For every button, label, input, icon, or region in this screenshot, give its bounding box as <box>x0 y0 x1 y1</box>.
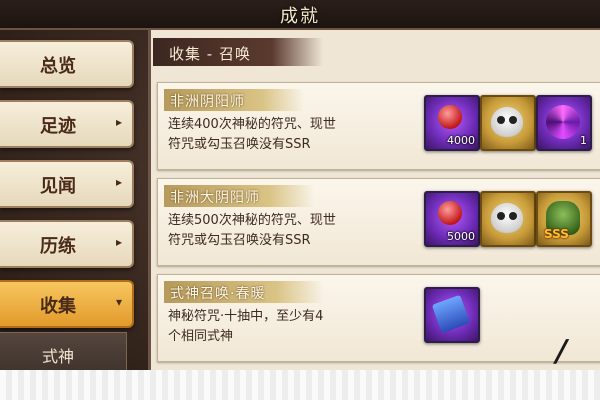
sidebar-item-label: 足迹 <box>40 116 76 137</box>
sidebar-item-label: 历练 <box>40 236 76 257</box>
sidebar-item-footprints[interactable]: 足迹 ▸ <box>0 100 134 148</box>
achievement-title-banner: 式神召唤·春暖 <box>164 281 324 303</box>
achievement-description: 神秘符咒·十抽中，至少有4 个相同式神 <box>168 307 408 347</box>
achievement-title: 非洲大阴阳师 <box>170 190 260 206</box>
reward-item[interactable] <box>480 191 536 247</box>
chevron-down-icon: ▾ <box>115 295 122 309</box>
section-title: 收集 - 召唤 <box>169 45 251 63</box>
reward-item[interactable]: SSS <box>536 191 592 247</box>
achievement-title: 式神召唤·春暖 <box>170 286 266 302</box>
ssr-badge: SSS <box>544 227 569 241</box>
description-line: 个相同式神 <box>168 329 234 344</box>
page-title: 成就 <box>280 6 320 27</box>
description-line: 神秘符咒·十抽中，至少有4 <box>168 309 324 324</box>
watermark-logo: / <box>551 334 571 369</box>
achievement-title: 非洲阴阳师 <box>170 94 245 110</box>
sidebar-nav: 总览 足迹 ▸ 见闻 ▸ 历练 ▸ 收集 ▾ 式神 <box>0 36 145 374</box>
sidebar-item-collection[interactable]: 收集 ▾ <box>0 280 134 328</box>
sidebar-item-training[interactable]: 历练 ▸ <box>0 220 134 268</box>
sidebar-item-label: 总览 <box>40 56 76 77</box>
achievement-card[interactable]: 式神召唤·春暖 神秘符咒·十抽中，至少有4 个相同式神 <box>157 274 600 362</box>
achievement-panel: 收集 - 召唤 非洲阴阳师 连续400次神秘的符咒、现世 符咒或勾玉召唤没有SS… <box>148 30 600 370</box>
achievement-card[interactable]: 非洲大阴阳师 连续500次神秘的符咒、现世 符咒或勾玉召唤没有SSR 5000 … <box>157 178 600 266</box>
reward-count: 1 <box>580 134 587 147</box>
sidebar-item-overview[interactable]: 总览 <box>0 40 134 88</box>
description-line: 符咒或勾玉召唤没有SSR <box>168 137 311 152</box>
reward-count: 5000 <box>447 230 475 243</box>
reward-item[interactable] <box>424 287 480 343</box>
description-line: 连续400次神秘的符咒、现世 <box>168 117 336 132</box>
achievement-description: 连续400次神秘的符咒、现世 符咒或勾玉召唤没有SSR <box>168 115 408 155</box>
blue-talisman-icon <box>431 294 471 334</box>
reward-item[interactable]: 4000 <box>424 95 480 151</box>
sidebar-item-insights[interactable]: 见闻 ▸ <box>0 160 134 208</box>
daruma-face-icon <box>491 203 523 233</box>
description-line: 符咒或勾玉召唤没有SSR <box>168 233 311 248</box>
achievement-card[interactable]: 非洲阴阳师 连续400次神秘的符咒、现世 符咒或勾玉召唤没有SSR 4000 1 <box>157 82 600 170</box>
reward-item[interactable]: 5000 <box>424 191 480 247</box>
sidebar-subitem-label: 式神 <box>42 347 75 366</box>
red-orb-icon <box>438 201 462 225</box>
bottom-strip <box>0 370 600 400</box>
purple-swirl-icon <box>546 105 580 139</box>
chevron-right-icon: ▸ <box>115 175 122 189</box>
title-bar: 成就 <box>0 0 600 30</box>
sidebar-item-label: 收集 <box>40 296 76 317</box>
chevron-right-icon: ▸ <box>115 115 122 129</box>
section-title-tag: 收集 - 召唤 <box>153 38 323 66</box>
achievement-title-banner: 非洲阴阳师 <box>164 89 304 111</box>
daruma-face-icon <box>491 107 523 137</box>
achievement-description: 连续500次神秘的符咒、现世 符咒或勾玉召唤没有SSR <box>168 211 408 251</box>
reward-count: 4000 <box>447 134 475 147</box>
achievement-title-banner: 非洲大阴阳师 <box>164 185 314 207</box>
sidebar-subitem-shikigami[interactable]: 式神 <box>0 332 127 374</box>
sidebar-item-label: 见闻 <box>40 176 76 197</box>
reward-item[interactable]: 1 <box>536 95 592 151</box>
red-orb-icon <box>438 105 462 129</box>
chevron-right-icon: ▸ <box>115 235 122 249</box>
description-line: 连续500次神秘的符咒、现世 <box>168 213 336 228</box>
reward-item[interactable] <box>480 95 536 151</box>
